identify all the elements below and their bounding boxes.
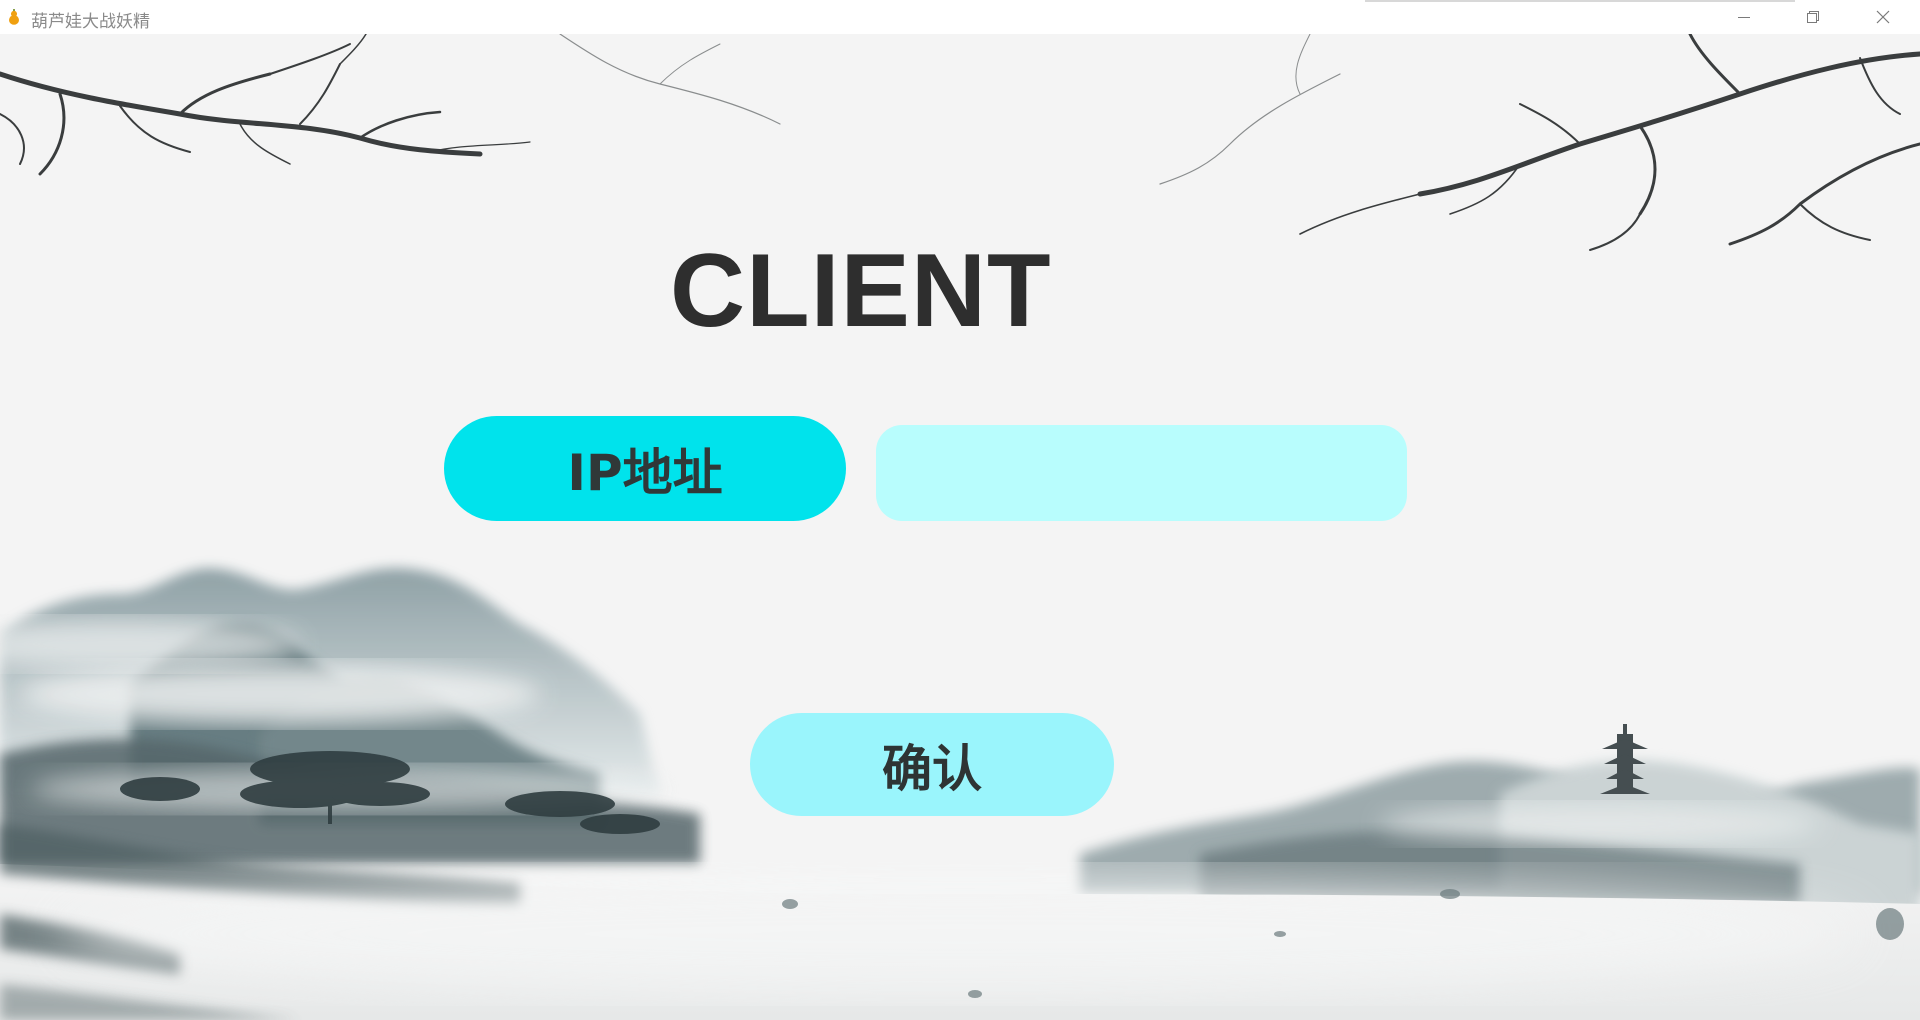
ip-address-label[interactable]: IP地址 xyxy=(444,416,846,521)
title-bar[interactable]: 葫芦娃大战妖精 xyxy=(0,0,1920,34)
close-icon xyxy=(1876,10,1890,24)
gourd-icon xyxy=(9,9,19,25)
minimize-icon xyxy=(1738,17,1750,18)
window-title: 葫芦娃大战妖精 xyxy=(31,12,150,32)
restore-button[interactable] xyxy=(1778,0,1848,34)
landscape-painting xyxy=(0,34,1920,1020)
ip-address-input[interactable] xyxy=(876,425,1407,521)
game-window: 葫芦娃大战妖精 CLIENT IP地址 确认 xyxy=(0,0,1920,1020)
restore-icon xyxy=(1807,11,1819,23)
close-button[interactable] xyxy=(1848,0,1918,34)
page-title: CLIENT xyxy=(670,233,1052,349)
confirm-button[interactable]: 确认 xyxy=(750,713,1114,816)
minimize-button[interactable] xyxy=(1709,0,1779,34)
ink-landscape-background: CLIENT IP地址 确认 xyxy=(0,34,1920,1020)
